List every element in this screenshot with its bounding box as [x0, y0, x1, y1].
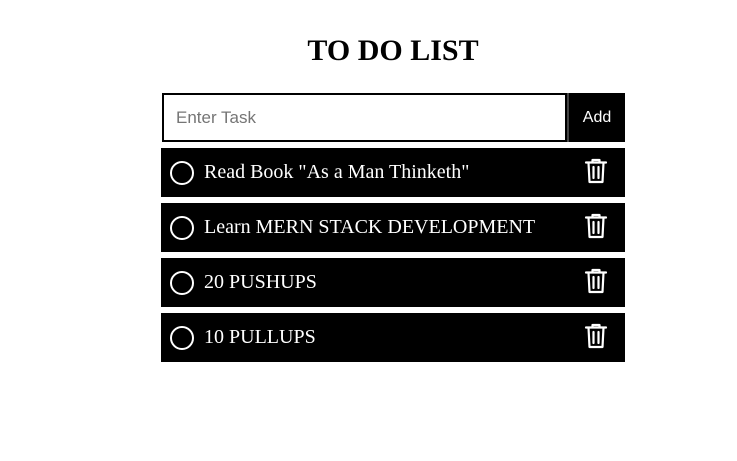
task-text: 10 PULLUPS: [204, 326, 316, 348]
task-item: 10 PULLUPS: [161, 313, 625, 362]
task-text: 20 PUSHUPS: [204, 271, 317, 293]
trash-icon[interactable]: [584, 268, 608, 294]
task-input-row: Add: [162, 93, 625, 142]
task-item: 20 PUSHUPS: [161, 258, 625, 307]
task-text: Learn MERN STACK DEVELOPMENT: [204, 216, 536, 238]
add-task-button[interactable]: Add: [567, 93, 625, 142]
task-text: Read Book "As a Man Thinketh": [204, 161, 470, 183]
complete-toggle-circle-icon[interactable]: [170, 270, 194, 295]
complete-toggle-circle-icon[interactable]: [170, 215, 194, 240]
complete-toggle-circle-icon[interactable]: [170, 325, 194, 350]
page-title: TO DO LIST: [307, 34, 479, 67]
task-list: Read Book "As a Man Thinketh" Learn MERN…: [161, 148, 625, 368]
task-item: Read Book "As a Man Thinketh": [161, 148, 625, 197]
complete-toggle-circle-icon[interactable]: [170, 160, 194, 185]
trash-icon[interactable]: [584, 213, 608, 239]
task-input[interactable]: [162, 93, 567, 142]
trash-icon[interactable]: [584, 323, 608, 349]
task-item: Learn MERN STACK DEVELOPMENT: [161, 203, 625, 252]
trash-icon[interactable]: [584, 158, 608, 184]
